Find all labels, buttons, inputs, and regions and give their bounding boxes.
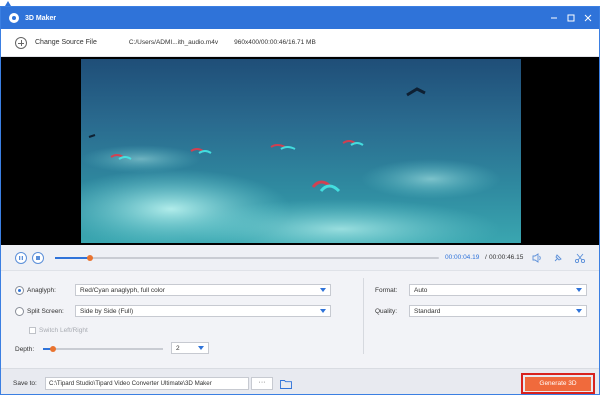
source-file-bar: Change Source File C:/Users/ADMI...ith_a… — [1, 29, 599, 57]
split-screen-radio[interactable] — [15, 307, 24, 316]
stop-icon — [36, 256, 40, 260]
stop-button[interactable] — [32, 252, 44, 264]
anaglyph-select[interactable]: Red/Cyan anaglyph, full color — [75, 284, 331, 296]
depth-select[interactable]: 2 — [171, 342, 209, 354]
plus-circle-icon — [15, 36, 27, 49]
app-logo-icon — [9, 13, 19, 23]
video-preview-area — [1, 57, 599, 245]
chevron-down-icon — [320, 288, 326, 292]
change-source-file-button[interactable]: Change Source File — [15, 36, 97, 49]
close-icon[interactable] — [579, 7, 597, 29]
depth-handle[interactable] — [49, 346, 56, 352]
format-select[interactable]: Auto — [409, 284, 587, 296]
playback-progress-slider[interactable] — [55, 255, 439, 261]
current-time: 00:00:04.19 — [445, 254, 480, 261]
title-bar: 3D Maker — [1, 7, 599, 29]
chevron-down-icon — [320, 309, 326, 313]
split-screen-label: Split Screen: — [27, 308, 64, 315]
progress-handle[interactable] — [86, 255, 93, 261]
pin-icon[interactable] — [552, 252, 564, 264]
depth-select-value: 2 — [176, 344, 180, 352]
volume-icon[interactable] — [531, 252, 543, 264]
scissors-icon[interactable] — [574, 252, 586, 264]
minimize-icon[interactable] — [545, 7, 563, 29]
3d-settings-panel: Anaglyph: Red/Cyan anaglyph, full color … — [1, 272, 599, 368]
split-screen-select-value: Side by Side (Full) — [80, 307, 134, 315]
video-frame — [81, 59, 521, 243]
switch-left-right-label: Switch Left/Right — [39, 327, 88, 334]
depth-label: Depth: — [15, 346, 35, 353]
switch-left-right-checkbox[interactable] — [29, 327, 36, 334]
quality-select-value: Standard — [414, 307, 441, 315]
format-select-value: Auto — [414, 286, 428, 294]
quality-select[interactable]: Standard — [409, 305, 587, 317]
anaglyph-select-value: Red/Cyan anaglyph, full color — [80, 286, 165, 294]
format-label: Format: — [375, 287, 398, 294]
playback-bar: 00:00:04.19 / 00:00:46.15 — [1, 245, 599, 271]
generate-3d-button[interactable]: Generate 3D — [525, 377, 591, 391]
source-file-info: 960x400/00:00:46/16.71 MB — [234, 39, 316, 46]
time-separator: / — [485, 254, 487, 261]
total-time: 00:00:46.15 — [489, 254, 524, 261]
split-screen-select[interactable]: Side by Side (Full) — [75, 305, 331, 317]
chevron-down-icon — [576, 288, 582, 292]
depth-slider[interactable] — [43, 346, 163, 352]
pause-button[interactable] — [15, 252, 27, 264]
save-to-label: Save to: — [13, 380, 37, 387]
3d-maker-window: 3D Maker Change Source File C:/Users/ADM… — [0, 6, 600, 395]
pause-icon — [19, 256, 23, 260]
anaglyph-radio[interactable] — [15, 286, 24, 295]
settings-divider — [363, 278, 364, 354]
anaglyph-label: Anaglyph: — [27, 287, 56, 294]
chevron-down-icon — [198, 346, 204, 350]
maximize-icon[interactable] — [562, 7, 580, 29]
window-title: 3D Maker — [25, 14, 57, 22]
chevron-down-icon — [576, 309, 582, 313]
open-folder-icon[interactable] — [280, 379, 292, 389]
progress-fill — [55, 257, 90, 259]
change-source-file-label: Change Source File — [35, 39, 97, 46]
quality-label: Quality: — [375, 308, 398, 315]
output-bar: Save to: C:\Tipard Studio\Tipard Video C… — [1, 368, 599, 394]
browse-button[interactable]: ··· — [251, 377, 273, 390]
source-file-path: C:/Users/ADMI...ith_audio.m4v — [128, 39, 219, 46]
save-path-field[interactable]: C:\Tipard Studio\Tipard Video Converter … — [45, 377, 249, 390]
